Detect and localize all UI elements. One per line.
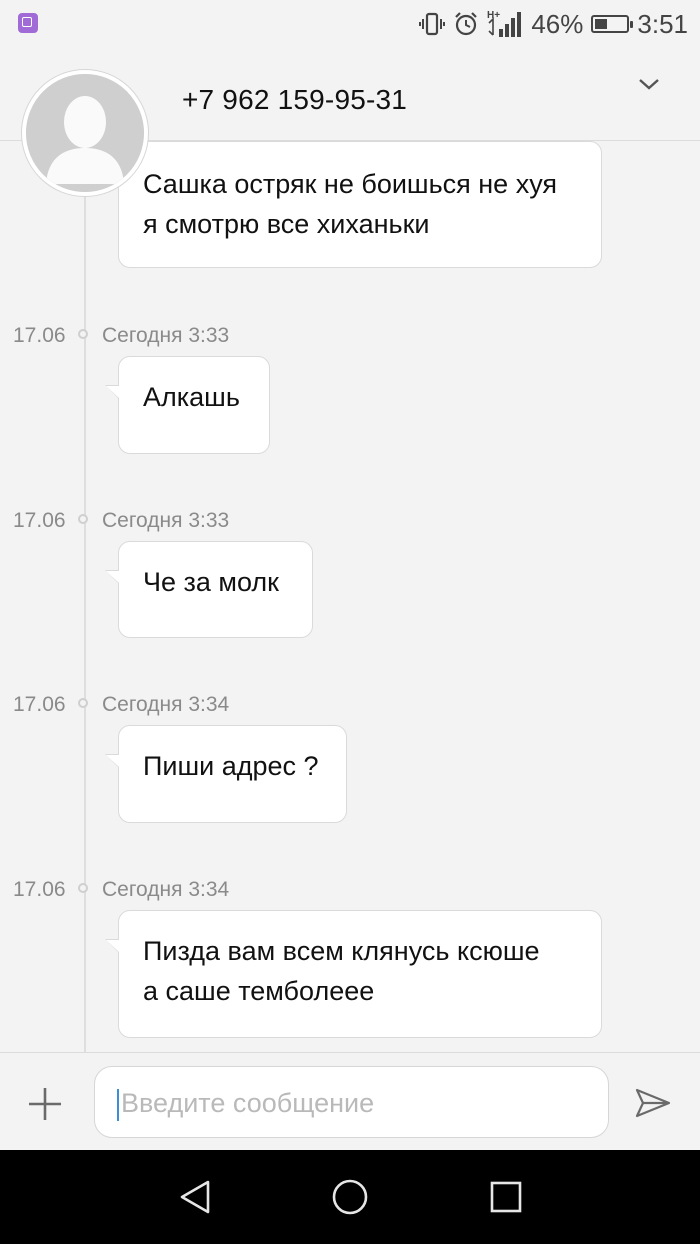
battery-level	[595, 19, 608, 29]
message-text: Алкашь	[143, 382, 240, 412]
vibrate-icon	[419, 11, 446, 37]
plus-icon[interactable]	[26, 1085, 64, 1123]
message-date: 17.06	[13, 693, 66, 716]
message-bubble[interactable]: Пизда вам всем клянусь ксюше а саше темб…	[105, 910, 602, 1038]
battery-percent: 46%	[531, 8, 584, 39]
message-composer: Введите сообщение	[0, 1052, 700, 1151]
message-bubble[interactable]: Пиши адрес ?	[105, 725, 347, 823]
back-icon[interactable]	[176, 1178, 214, 1216]
message-date: 17.06	[13, 878, 66, 901]
bubble-tail	[105, 754, 119, 768]
timeline-dot	[78, 698, 88, 708]
status-icons: H+ 46% 3:51	[419, 8, 688, 40]
gallery-icon	[18, 13, 38, 33]
signal-icon: H+	[487, 9, 523, 39]
message-input-placeholder: Введите сообщение	[121, 1088, 375, 1118]
message-meta: 17.06 Сегодня 3:33	[0, 320, 700, 350]
message-text: Че за молк	[143, 567, 279, 597]
alarm-icon	[453, 11, 479, 37]
message-bubble[interactable]: Че за молк	[105, 541, 313, 638]
message-time: Сегодня 3:33	[102, 324, 230, 347]
message-time: Сегодня 3:34	[102, 693, 230, 716]
text-caret	[117, 1089, 119, 1121]
bubble-tail	[105, 570, 119, 584]
message-text: Сашка остряк не боишься не хуя я смотрю …	[143, 169, 558, 239]
message-bubble[interactable]: Алкашь	[105, 356, 270, 454]
message-text: Пизда вам всем клянусь ксюше а саше темб…	[143, 936, 540, 1006]
message-date: 17.06	[13, 509, 66, 532]
timeline-dot	[78, 329, 88, 339]
message-text: Пиши адрес ?	[143, 751, 319, 781]
system-nav-bar	[0, 1150, 700, 1244]
timeline-dot	[78, 883, 88, 893]
battery-icon	[591, 15, 634, 33]
message-time: Сегодня 3:33	[102, 509, 230, 532]
home-icon[interactable]	[330, 1177, 370, 1217]
chevron-down-icon[interactable]	[636, 74, 662, 94]
bubble-tail	[105, 385, 119, 399]
recent-apps-icon[interactable]	[489, 1180, 523, 1214]
clock: 3:51	[637, 8, 688, 39]
person-placeholder-icon	[26, 74, 144, 192]
message-meta: 17.06 Сегодня 3:34	[0, 874, 700, 904]
timeline-dot	[78, 514, 88, 524]
avatar[interactable]	[22, 70, 148, 196]
message-input[interactable]: Введите сообщение	[94, 1066, 609, 1138]
message-bubble[interactable]: Сашка остряк не боишься не хуя я смотрю …	[118, 141, 602, 268]
contact-title[interactable]: +7 962 159-95-31	[182, 84, 407, 116]
message-meta: 17.06 Сегодня 3:34	[0, 689, 700, 719]
message-meta: 17.06 Сегодня 3:33	[0, 505, 700, 535]
status-bar: H+ 46% 3:51	[0, 0, 700, 50]
bubble-tail	[105, 939, 119, 953]
message-list[interactable]: Сашка остряк не боишься не хуя я смотрю …	[0, 140, 700, 1052]
message-date: 17.06	[13, 324, 66, 347]
message-time: Сегодня 3:34	[102, 878, 230, 901]
send-icon[interactable]	[634, 1087, 672, 1119]
